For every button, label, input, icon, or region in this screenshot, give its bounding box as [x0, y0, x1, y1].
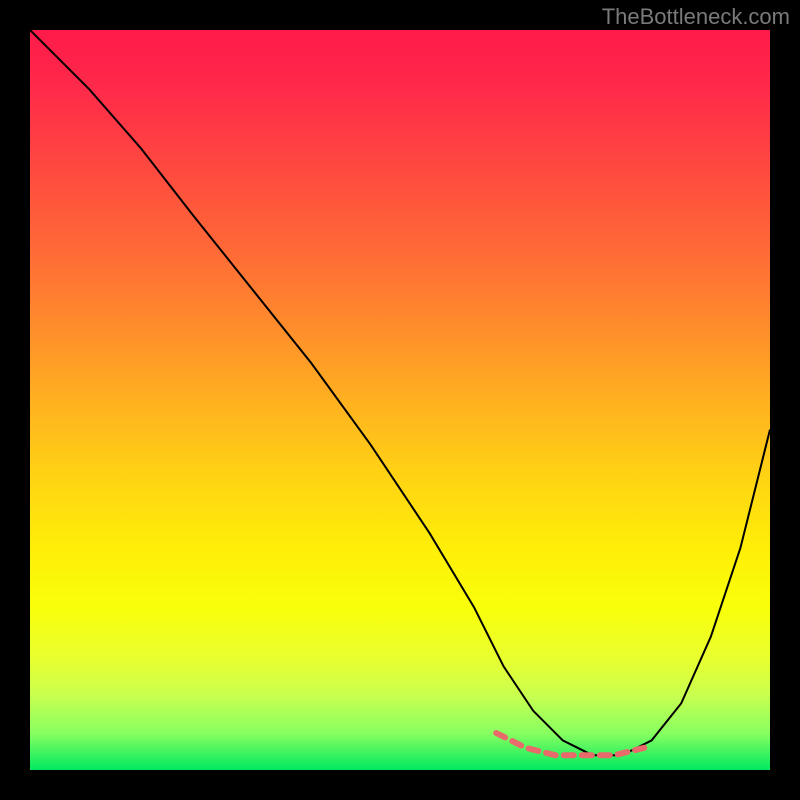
watermark-text: TheBottleneck.com [602, 4, 790, 30]
bottleneck-curve [30, 30, 770, 755]
curve-svg [30, 30, 770, 770]
chart-plot-area [30, 30, 770, 770]
